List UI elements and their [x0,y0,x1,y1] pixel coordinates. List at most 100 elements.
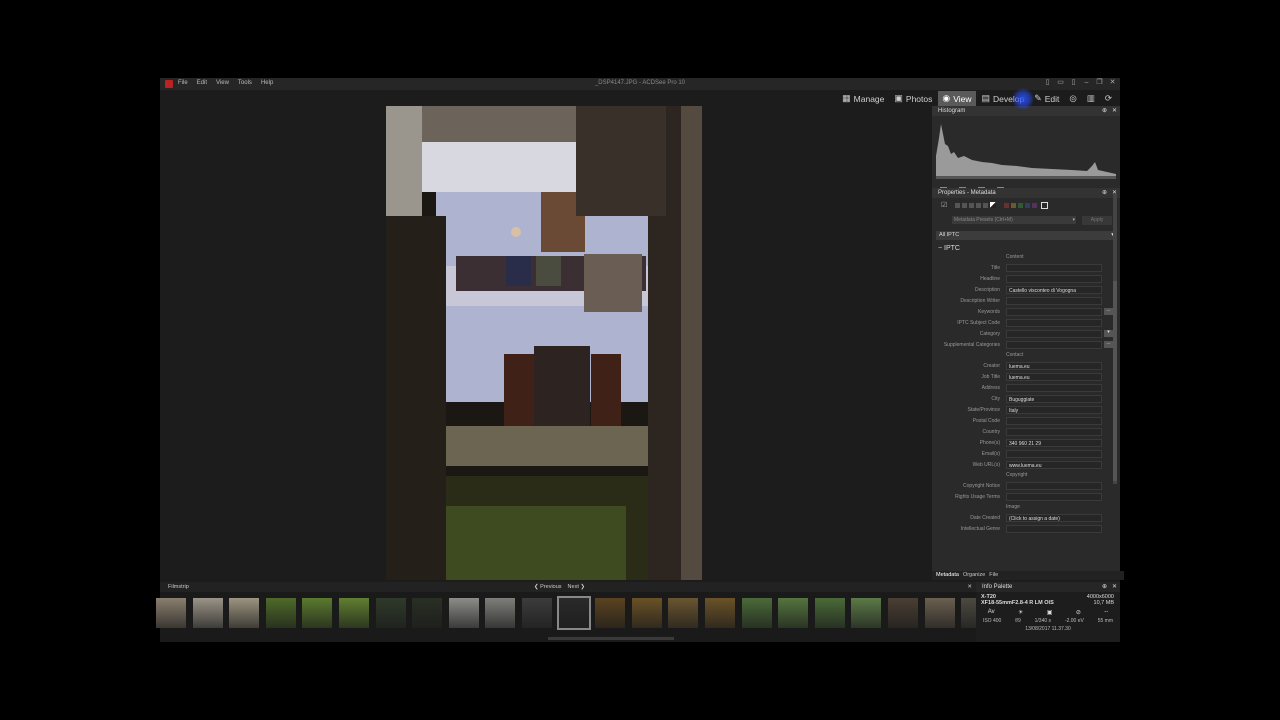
filmstrip-thumbnail[interactable] [778,598,809,628]
clear-label-icon[interactable] [1041,201,1049,209]
filmstrip-thumbnail[interactable] [265,598,296,628]
field-input[interactable] [1006,296,1102,305]
metadata-view-select[interactable]: All IPTC [936,231,1116,240]
metadata-row: Phone(s) 340 960 21 29 [932,437,1120,448]
filmstrip-thumbnail[interactable] [556,596,591,630]
filmstrip-thumbnail[interactable] [668,598,699,628]
filmstrip-thumbnail[interactable] [339,598,369,628]
field-input[interactable]: luema.eu [1006,372,1102,381]
pin-icon[interactable]: ⊕ [1102,106,1107,116]
pin-icon[interactable]: ⊕ [1102,582,1107,592]
filmstrip-header: Filmstrip ❮ Previous Next ❯ ✕ [160,582,976,592]
label-blue-icon[interactable] [1025,202,1031,208]
field-input[interactable] [1006,274,1102,283]
mode-photos[interactable]: ▣ Photos [890,91,936,106]
field-input[interactable] [1006,481,1102,490]
field-input[interactable]: 340 960 21 29 [1006,438,1102,447]
rating-5-icon[interactable] [983,202,989,208]
restore-button[interactable]: ❐ [1096,79,1103,87]
field-input[interactable] [1006,329,1102,338]
field-input[interactable]: Italy [1006,405,1102,414]
label-purple-icon[interactable] [1032,202,1038,208]
filmstrip-thumbnail[interactable] [705,598,735,628]
dashboard-icon[interactable]: ▥ [1083,91,1099,106]
filmstrip-thumbnail[interactable] [375,598,406,628]
previous-button[interactable]: ❮ Previous [534,582,562,592]
field-input[interactable] [1006,449,1102,458]
close-icon[interactable]: ✕ [1112,106,1117,116]
field-input[interactable]: (Click to assign a date) [1006,513,1102,522]
metadata-row: Email(s) [932,448,1120,459]
layout-3-icon[interactable]: ▯ [1070,79,1077,87]
field-input[interactable] [1006,383,1102,392]
tab-file[interactable]: File [989,571,998,580]
close-button[interactable]: ✕ [1109,79,1116,87]
field-input[interactable]: www.luema.eu [1006,460,1102,469]
check-icon[interactable]: ☑ [941,201,947,209]
filmstrip-thumbnail[interactable] [412,598,443,628]
filmstrip-thumbnail[interactable] [448,598,479,628]
mode-manage[interactable]: ▦ Manage [838,91,888,106]
mode-view[interactable]: ◉ View [938,91,976,106]
filmstrip-thumbnail[interactable] [741,598,772,628]
filmstrip-thumbnail[interactable] [192,598,223,628]
rating-2-icon[interactable] [962,202,968,208]
field-input[interactable] [1006,263,1102,272]
metadata-scrollbar-thumb[interactable] [1113,281,1117,481]
next-button[interactable]: Next ❯ [568,582,585,592]
more-button[interactable]: ... [1104,341,1113,348]
filmstrip-thumbnail[interactable] [814,598,845,628]
tab-metadata[interactable]: Metadata [936,571,959,580]
field-input[interactable] [1006,416,1102,425]
label-yellow-icon[interactable] [1011,202,1017,208]
field-input[interactable]: Castello visconteo di Vogogna [1006,285,1102,294]
filmstrip-thumbnail[interactable] [302,598,333,628]
filmstrip-thumbnail[interactable] [522,598,552,628]
apply-button[interactable]: Apply [1082,216,1112,225]
filmstrip-scrollbar[interactable] [548,637,674,640]
tab-organize[interactable]: Organize [963,571,985,580]
iptc-section-header[interactable]: − IPTC [938,245,1120,252]
clear-rating-icon[interactable] [990,202,997,208]
field-input[interactable] [1006,492,1102,501]
field-label: Postal Code [972,417,1000,424]
mode-edit[interactable]: ✎ Edit [1030,91,1063,106]
metadata-presets-dropdown[interactable]: Metadata Presets (Ctrl+M) [952,216,1076,224]
minimize-button[interactable]: – [1083,79,1090,87]
metadata-row: Date Created (Click to assign a date) [932,512,1120,523]
filmstrip-thumbnail[interactable] [595,598,626,628]
filmstrip-thumbnail[interactable] [156,598,186,628]
filmstrip-thumbnail[interactable] [229,598,260,628]
field-input[interactable] [1006,307,1102,316]
dropdown-arrow-icon[interactable]: ▾ [1104,330,1113,337]
layout-2-icon[interactable]: ▭ [1057,79,1064,87]
360-icon[interactable]: ◎ [1065,91,1080,106]
pin-icon[interactable]: ⊕ [1102,188,1107,198]
field-input[interactable]: luema.eu [1006,361,1102,370]
group-header: Content [1006,254,1024,260]
rating-3-icon[interactable] [969,202,975,208]
layout-1-icon[interactable]: ▯ [1044,79,1051,87]
filmstrip-thumbnail[interactable] [485,598,516,628]
iso-value: ISO 400 [982,618,1002,624]
label-red-icon[interactable] [1004,202,1010,208]
field-input[interactable]: Buguggiate [1006,394,1102,403]
rating-4-icon[interactable] [976,202,982,208]
metadata-row: Creator luema.eu [932,360,1120,371]
field-input[interactable] [1006,524,1102,533]
filmstrip-thumbnail[interactable] [851,598,882,628]
field-input[interactable] [1006,427,1102,436]
sync-icon[interactable]: ⟳ [1101,91,1116,106]
field-label: Email(s) [981,450,1000,457]
filmstrip-thumbnail[interactable] [888,598,918,628]
label-green-icon[interactable] [1018,202,1024,208]
field-input[interactable] [1006,318,1102,327]
more-button[interactable]: ... [1104,308,1113,315]
close-icon[interactable]: ✕ [967,582,972,592]
image-viewer[interactable] [160,106,930,580]
close-icon[interactable]: ✕ [1112,582,1117,592]
filmstrip-thumbnail[interactable] [631,598,662,628]
filmstrip-thumbnail[interactable] [924,598,955,628]
field-input[interactable] [1006,340,1102,349]
rating-1-icon[interactable] [955,202,961,208]
